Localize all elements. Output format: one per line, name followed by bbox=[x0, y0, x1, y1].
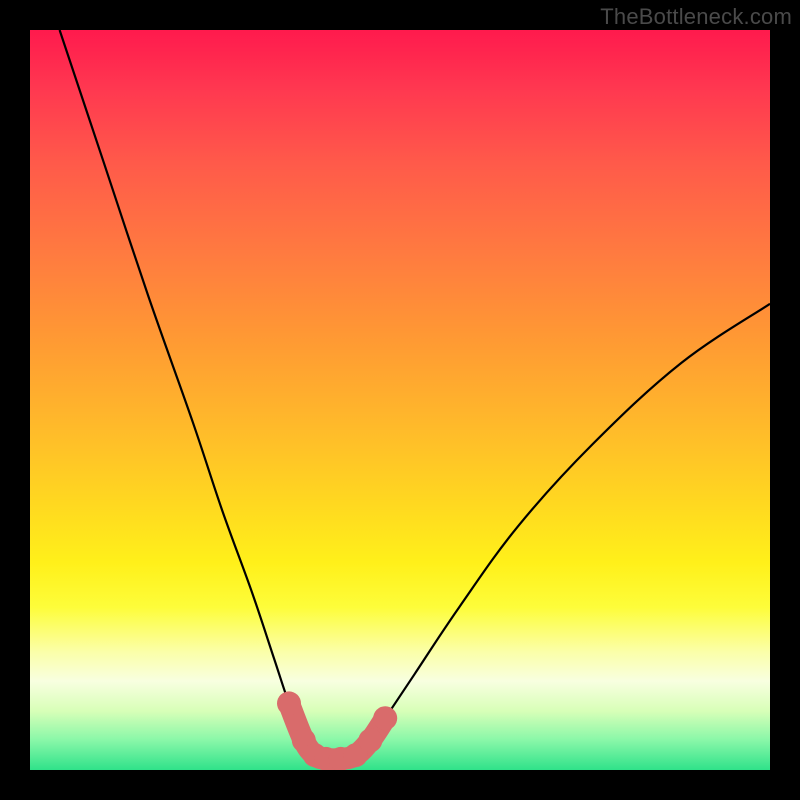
highlight-dot bbox=[373, 706, 397, 730]
plot-area bbox=[30, 30, 770, 770]
highlight-dot bbox=[277, 691, 301, 715]
watermark-label: TheBottleneck.com bbox=[600, 4, 792, 30]
curve-svg bbox=[30, 30, 770, 770]
chart-frame: TheBottleneck.com bbox=[0, 0, 800, 800]
highlight-dot bbox=[358, 728, 382, 752]
bottleneck-curve bbox=[60, 30, 770, 759]
